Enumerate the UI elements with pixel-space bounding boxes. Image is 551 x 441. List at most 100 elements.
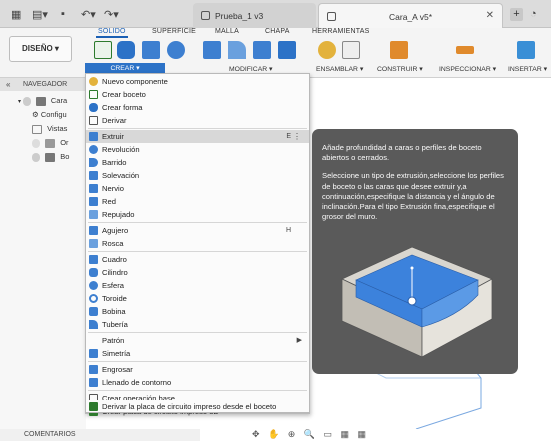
tab-chapa[interactable]: CHAPA	[265, 28, 290, 35]
cylinder-icon	[89, 268, 98, 277]
tab-solido[interactable]: SOLIDO	[96, 28, 128, 38]
menu-item-tuberia[interactable]: Tubería	[86, 318, 309, 331]
ribbon: DISEÑO ▾ SOLIDO SUPERFICIE MALLA CHAPA H…	[0, 28, 551, 78]
tree-label: Bo	[60, 152, 70, 161]
document-icon	[201, 11, 210, 20]
save-icon[interactable]: ▪	[61, 8, 65, 20]
menu-item-toroide[interactable]: Toroide	[86, 292, 309, 305]
tree-row-views[interactable]: Vistas	[32, 124, 67, 138]
menu-item-llenado-contorno[interactable]: Llenado de contorno	[86, 376, 309, 389]
inspeccionar-menu-button[interactable]: INSPECCIONAR ▾	[439, 65, 496, 73]
close-icon[interactable]: ✕	[486, 10, 494, 21]
undo-icon[interactable]: ↶▾	[81, 8, 96, 21]
hole-icon	[89, 226, 98, 235]
menu-item-derivar-placa[interactable]: Derivar la placa de circuito impreso des…	[85, 400, 310, 413]
menu-item-nuevo-componente[interactable]: Nuevo componente	[86, 75, 309, 88]
menu-item-solevacion[interactable]: Solevación	[86, 169, 309, 182]
menu-item-cuadro[interactable]: Cuadro	[86, 253, 309, 266]
create-form-icon[interactable]	[117, 41, 135, 59]
menu-separator	[88, 390, 307, 391]
menu-separator	[88, 128, 307, 129]
joint-icon[interactable]	[342, 41, 360, 59]
eye-icon[interactable]	[22, 96, 31, 106]
shortcut-e: E	[286, 133, 291, 140]
menu-item-derivar[interactable]: Derivar	[86, 114, 309, 127]
tree-label: Or	[60, 138, 69, 147]
more-options-icon[interactable]: ⋮	[293, 130, 301, 143]
shell-icon[interactable]	[278, 41, 296, 59]
menu-separator	[88, 332, 307, 333]
eye-icon[interactable]	[32, 152, 40, 162]
menu-item-crear-boceto[interactable]: Crear boceto	[86, 88, 309, 101]
menu-separator	[88, 251, 307, 252]
shortcut-h: H	[285, 227, 291, 234]
tab-prueba[interactable]: Prueba_1 v3	[193, 3, 316, 28]
file-menu-icon[interactable]: ▤▾	[32, 8, 48, 21]
menu-item-repujado[interactable]: Repujado	[86, 208, 309, 221]
torus-icon	[89, 294, 98, 303]
tab-cara-a[interactable]: Cara_A v5* ✕	[318, 3, 503, 28]
menu-item-esfera[interactable]: Esfera	[86, 279, 309, 292]
submenu-arrow-icon: ▶	[296, 337, 302, 344]
component-icon	[35, 96, 46, 106]
tab-malla[interactable]: MALLA	[215, 28, 239, 35]
menu-item-nervio[interactable]: Nervio	[86, 182, 309, 195]
create-sketch-icon[interactable]	[94, 41, 112, 59]
clock-icon[interactable]: ◔	[530, 8, 537, 20]
app-grid-icon[interactable]: ▦	[11, 8, 21, 21]
tooltip-summary: Añade profundidad a caras o perfiles de …	[322, 143, 482, 163]
menu-item-extruir[interactable]: Extruir E ⋮	[86, 130, 309, 143]
collapse-icon[interactable]: «	[6, 78, 10, 91]
tree-row-root[interactable]: ▾ Cara	[18, 96, 67, 110]
extrude-icon[interactable]	[142, 41, 160, 59]
tab-herramientas[interactable]: HERRAMIENTAS	[312, 28, 370, 35]
menu-item-cilindro[interactable]: Cilindro	[86, 266, 309, 279]
workspace-switcher-button[interactable]: DISEÑO ▾	[9, 36, 72, 62]
menu-item-bobina[interactable]: Bobina	[86, 305, 309, 318]
new-tab-button[interactable]: +	[510, 8, 523, 21]
revolve-icon[interactable]	[167, 41, 185, 59]
emboss-icon	[89, 210, 98, 219]
redo-icon[interactable]: ↷▾	[104, 8, 119, 21]
navigator-header[interactable]: « NAVEGADOR	[0, 78, 86, 91]
chamfer-icon[interactable]	[253, 41, 271, 59]
fillet-icon[interactable]	[228, 41, 246, 59]
new-component-icon[interactable]	[318, 41, 336, 59]
document-icon	[327, 12, 336, 21]
menu-item-simetria[interactable]: Simetría	[86, 347, 309, 360]
construir-menu-button[interactable]: CONSTRUIR ▾	[377, 65, 423, 73]
insertar-menu-button[interactable]: INSERTAR ▾	[508, 65, 547, 73]
menu-item-rosca[interactable]: Rosca	[86, 237, 309, 250]
extrude-icon	[89, 132, 98, 141]
menu-item-engrosar[interactable]: Engrosar	[86, 363, 309, 376]
revolve-icon	[89, 145, 98, 154]
modificar-menu-button[interactable]: MODIFICAR ▾	[229, 65, 272, 73]
extrude-tooltip: Añade profundidad a caras o perfiles de …	[312, 129, 518, 374]
comments-panel[interactable]: COMENTARIOS	[0, 429, 200, 441]
tree-row-origin[interactable]: Or	[32, 138, 69, 152]
press-pull-icon[interactable]	[203, 41, 221, 59]
sphere-icon	[89, 281, 98, 290]
tooltip-detail: Seleccione un tipo de extrusión,seleccio…	[322, 171, 504, 222]
tab-superficie[interactable]: SUPERFICIE	[152, 28, 196, 35]
ensamblar-menu-button[interactable]: ENSAMBLAR ▾	[316, 65, 363, 73]
menu-separator	[88, 361, 307, 362]
crear-dropdown-menu: Nuevo componente Crear boceto Crear form…	[85, 73, 310, 416]
menu-item-red[interactable]: Red	[86, 195, 309, 208]
tree-row-settings[interactable]: ⚙ Configu	[32, 110, 67, 124]
menu-item-revolucion[interactable]: Revolución	[86, 143, 309, 156]
menu-item-crear-forma[interactable]: Crear forma	[86, 101, 309, 114]
insert-image-icon[interactable]	[517, 41, 535, 59]
offset-plane-icon[interactable]	[390, 41, 408, 59]
pcb-derive-icon	[89, 402, 98, 411]
menu-separator	[88, 222, 307, 223]
menu-item-patron[interactable]: Patrón ▶	[86, 334, 309, 347]
box-icon	[89, 255, 98, 264]
navigation-toolbar[interactable]: ✥ ✋ ⊕ 🔍 ▭ ▦ ▦	[252, 429, 402, 441]
menu-item-agujero[interactable]: Agujero H	[86, 224, 309, 237]
gear-icon: ⚙	[32, 110, 41, 119]
tree-row-bodies[interactable]: Bo	[32, 152, 69, 166]
eye-icon[interactable]	[32, 138, 40, 148]
measure-icon[interactable]	[456, 46, 474, 54]
menu-item-barrido[interactable]: Barrido	[86, 156, 309, 169]
